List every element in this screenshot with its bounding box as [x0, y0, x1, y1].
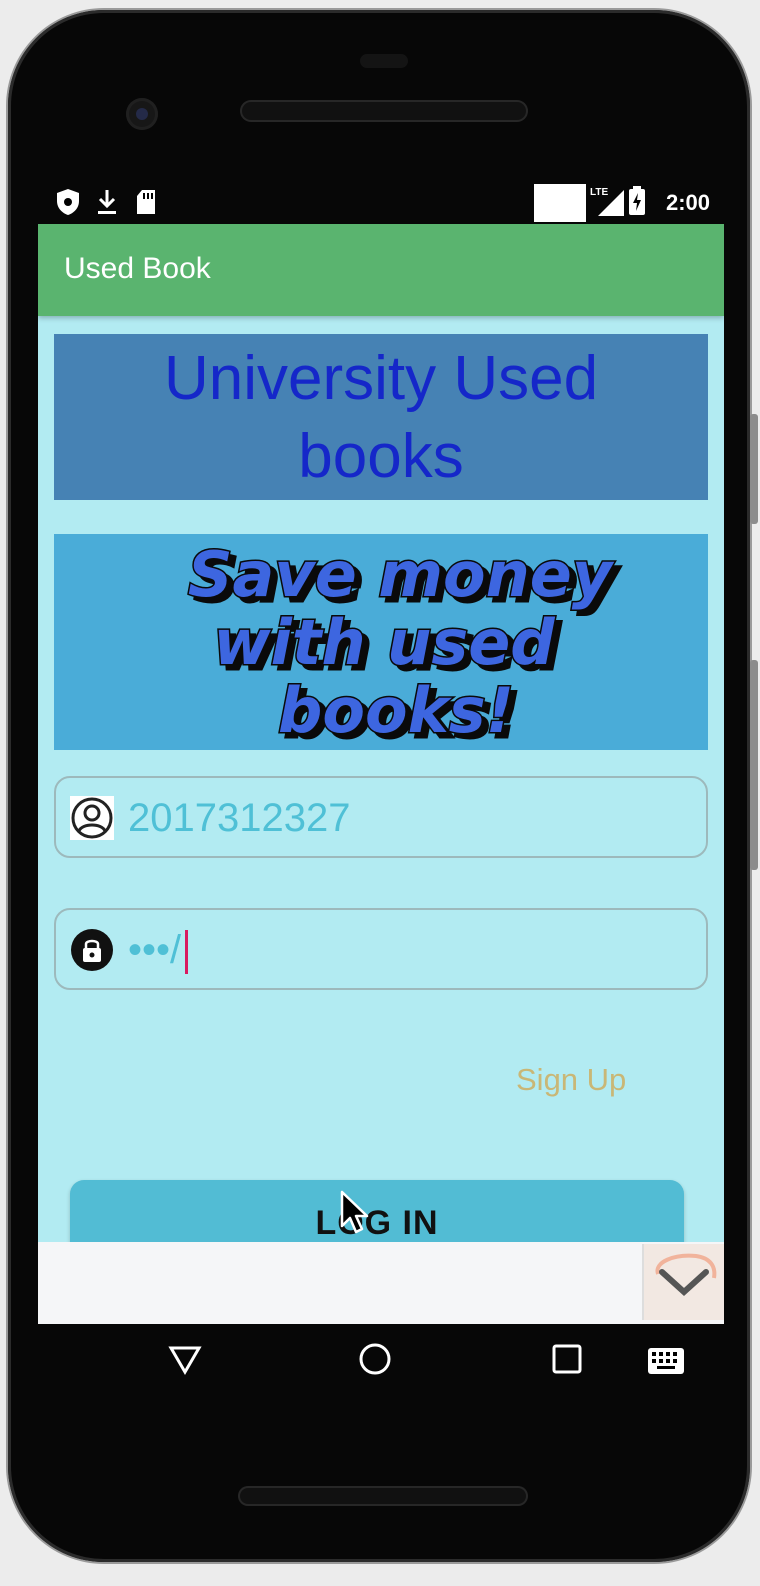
collapse-button[interactable]	[642, 1244, 724, 1320]
keyboard-icon[interactable]	[648, 1348, 684, 1379]
recents-icon[interactable]	[552, 1342, 582, 1381]
earpiece-speaker	[240, 100, 528, 122]
header-banner: University Used books	[54, 334, 708, 500]
sign-up-link[interactable]: Sign Up	[516, 1062, 626, 1098]
chevron-down-icon	[655, 1253, 717, 1297]
login-button[interactable]: LOG IN	[70, 1180, 684, 1242]
system-nav-bar	[38, 1324, 724, 1404]
shield-icon	[56, 188, 80, 221]
signal-icon: LTE	[590, 184, 626, 223]
password-field[interactable]: •••/	[54, 908, 708, 990]
header-title-line1: University Used	[163, 344, 599, 413]
clock: 2:00	[665, 190, 710, 215]
promo-text-art: Save money Save money with used with use…	[186, 537, 622, 754]
home-icon[interactable]	[358, 1342, 392, 1381]
app-title: Used Book	[64, 252, 211, 285]
proximity-sensor	[360, 54, 408, 68]
app-screen: Used Book University Used books Save mon…	[38, 224, 724, 1242]
person-icon	[70, 796, 114, 840]
volume-button	[750, 414, 758, 524]
app-bar: Used Book	[38, 224, 724, 316]
notification-placeholder	[534, 184, 586, 222]
promo-line1: Save money	[188, 538, 615, 611]
bottom-sheet	[38, 1242, 724, 1324]
sd-card-icon	[134, 188, 158, 221]
front-camera	[126, 98, 158, 130]
promo-banner: Save money Save money with used with use…	[54, 534, 708, 754]
mouse-cursor-icon	[340, 1190, 369, 1234]
lock-icon	[70, 928, 114, 972]
text-caret	[185, 930, 189, 975]
download-icon	[96, 188, 118, 221]
bottom-speaker	[238, 1486, 528, 1506]
password-mask: •••/	[128, 928, 182, 972]
header-title-line2: books	[298, 422, 464, 491]
student-id-field[interactable]: 2017312327	[54, 776, 708, 858]
promo-line3: books!	[278, 674, 514, 747]
back-icon[interactable]	[168, 1342, 202, 1381]
promo-line2: with used	[213, 606, 555, 679]
student-id-value: 2017312327	[128, 796, 351, 840]
status-bar: LTE 2:00	[38, 178, 724, 224]
lte-label: LTE	[590, 187, 608, 198]
power-button	[750, 660, 758, 870]
password-value: •••/	[128, 928, 189, 975]
battery-icon	[628, 186, 646, 221]
